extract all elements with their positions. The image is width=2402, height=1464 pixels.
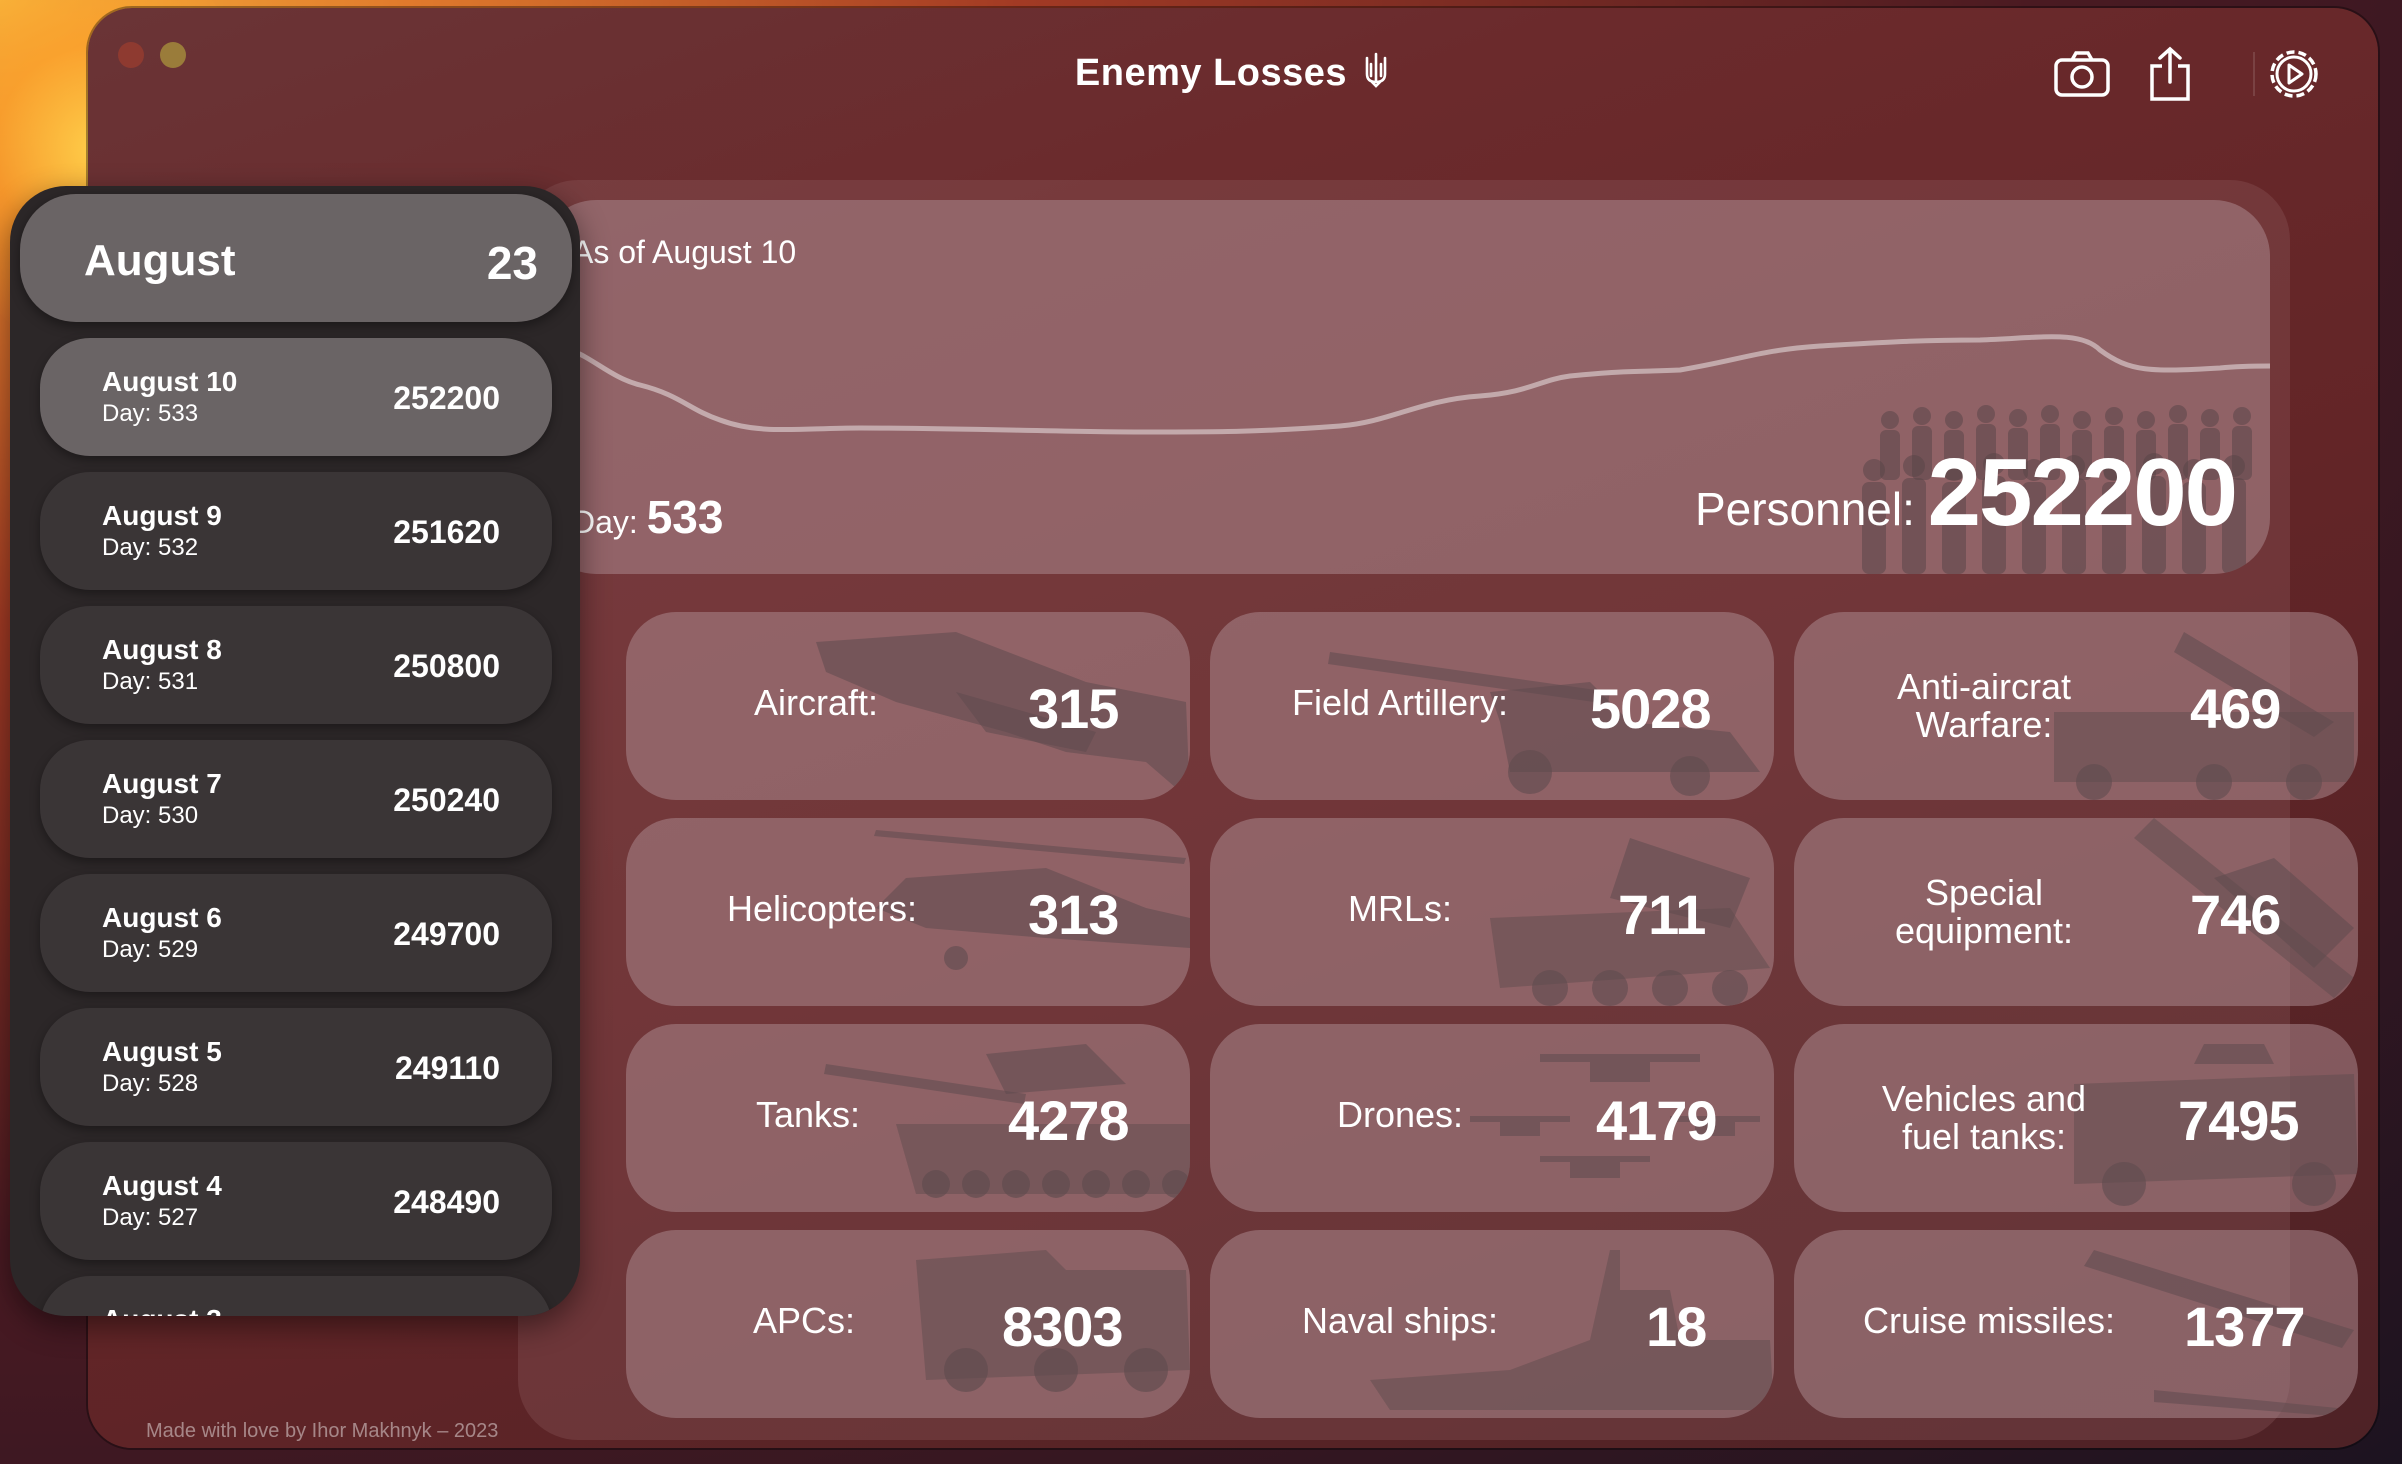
stat-label: Vehicles and fuel tanks: <box>1881 1078 2087 1157</box>
trident-icon <box>1361 52 1391 97</box>
month-name: August <box>84 236 236 285</box>
day-row-august-8[interactable]: August 8 Day: 531 250800 <box>40 606 552 724</box>
day-row-august-6[interactable]: August 6 Day: 529 249700 <box>40 874 552 992</box>
row-day: Day: 533 <box>102 400 199 427</box>
stat-value: 7495 <box>2178 1089 2300 1152</box>
stat-value: 18 <box>1646 1295 1707 1358</box>
stat-value: 469 <box>2190 677 2281 740</box>
row-date: August 9 <box>102 500 222 531</box>
row-date: August 6 <box>102 902 222 933</box>
stat-label: Cruise missiles: <box>1862 1300 2116 1341</box>
row-value: 250800 <box>393 648 500 684</box>
as-of-date: As of August 10 <box>572 234 797 270</box>
row-day: Day: 527 <box>102 1204 199 1231</box>
stat-value: 313 <box>1028 883 1119 946</box>
row-date: August 8 <box>102 634 222 665</box>
stat-card-mrls[interactable]: MRLs: 711 <box>1210 818 1774 1006</box>
stat-card-aircraft[interactable]: Aircraft: 315 <box>626 612 1190 800</box>
row-value: 248490 <box>393 1184 500 1220</box>
stat-card-special-equipment[interactable]: Special equipment: 746 <box>1794 818 2358 1006</box>
stat-card-helicopters[interactable]: Helicopters: 313 <box>626 818 1190 1006</box>
day-row-august-10[interactable]: August 10 Day: 533 252200 <box>40 338 552 456</box>
day-row-august-9[interactable]: August 9 Day: 532 251620 <box>40 472 552 590</box>
row-date: August 4 <box>102 1170 222 1201</box>
window-title: Enemy Losses <box>88 52 2378 97</box>
stat-card-naval-ships[interactable]: Naval ships: 18 <box>1210 1230 1774 1418</box>
row-day: Day: 531 <box>102 668 199 695</box>
stat-card-field-artillery[interactable]: Field Artillery: 5028 <box>1210 612 1774 800</box>
stat-value: 711 <box>1618 883 1706 946</box>
row-date: August 10 <box>102 366 238 397</box>
month-day-count: 23 <box>486 237 538 289</box>
row-day: Day: 529 <box>102 936 199 963</box>
stat-value: 8303 <box>1002 1295 1124 1358</box>
month-header[interactable]: August 23 <box>20 194 572 322</box>
row-value: 249110 <box>394 1050 500 1086</box>
stat-label: Special equipment: <box>1894 872 2074 951</box>
stat-label: MRLs: <box>1347 888 1452 929</box>
stat-label: APCs: <box>752 1300 856 1341</box>
toolbar-divider <box>2253 52 2255 96</box>
row-value: 252200 <box>393 380 500 416</box>
stat-card-drones[interactable]: Drones: 4179 <box>1210 1024 1774 1212</box>
stat-card-anti-aircraft[interactable]: Anti-aircrat Warfare: 469 <box>1794 612 2358 800</box>
stat-value: 5028 <box>1590 677 1712 740</box>
stat-card-apcs[interactable]: APCs: 8303 <box>626 1230 1190 1418</box>
stat-label: Aircraft: <box>753 682 878 723</box>
stat-label: Naval ships: <box>1301 1300 1499 1341</box>
row-date: August 5 <box>102 1036 222 1067</box>
stat-card-vehicles-fuel-tanks[interactable]: Vehicles and fuel tanks: 7495 <box>1794 1024 2358 1212</box>
row-value: 251620 <box>393 514 500 550</box>
row-date: August 3 <box>102 1304 222 1316</box>
stat-value: 4278 <box>1008 1089 1130 1152</box>
row-value: 250240 <box>393 782 500 818</box>
footer-credit: Made with love by Ihor Makhnyk – 2023 <box>146 1420 499 1442</box>
stat-value: 746 <box>2190 883 2281 946</box>
row-value: 249700 <box>393 916 500 952</box>
stat-value: 315 <box>1028 677 1119 740</box>
stat-label: Drones: <box>1336 1094 1464 1135</box>
stat-label: Tanks: <box>755 1094 861 1135</box>
stat-card-cruise-missiles[interactable]: Cruise missiles: 1377 <box>1794 1230 2358 1418</box>
stat-card-tanks[interactable]: Tanks: 4278 <box>626 1024 1190 1212</box>
stat-value: 4179 <box>1596 1089 1718 1152</box>
personnel-value: 252200 <box>1927 439 2238 546</box>
day-value: 533 <box>646 491 724 543</box>
stat-label: Field Artillery: <box>1291 682 1509 723</box>
gear-play-icon[interactable] <box>2262 42 2326 106</box>
day-row-august-5[interactable]: August 5 Day: 528 249110 <box>40 1008 552 1126</box>
personnel-total: Personnel: 252200 <box>1694 439 2238 546</box>
personnel-summary-card: As of August 10 Day: 533 Personnel: 2522… <box>540 200 2270 574</box>
day-counter: Day: 533 <box>572 491 724 543</box>
stat-label: Anti-aircrat Warfare: <box>1896 666 2072 745</box>
row-day: Day: 530 <box>102 802 199 829</box>
stat-value: 1377 <box>2184 1295 2306 1358</box>
share-icon[interactable] <box>2138 42 2202 106</box>
stat-label: Helicopters: <box>726 888 918 929</box>
row-day: Day: 528 <box>102 1070 199 1097</box>
day-row-august-3[interactable]: August 3 <box>40 1276 552 1316</box>
day-row-august-4[interactable]: August 4 Day: 527 248490 <box>40 1142 552 1260</box>
row-day: Day: 532 <box>102 534 199 561</box>
row-date: August 7 <box>102 768 222 799</box>
camera-icon[interactable] <box>2050 42 2114 106</box>
day-row-august-7[interactable]: August 7 Day: 530 250240 <box>40 740 552 858</box>
day-list-sidebar[interactable]: August 23 August 10 Day: 533 252200 Augu… <box>10 186 580 1316</box>
